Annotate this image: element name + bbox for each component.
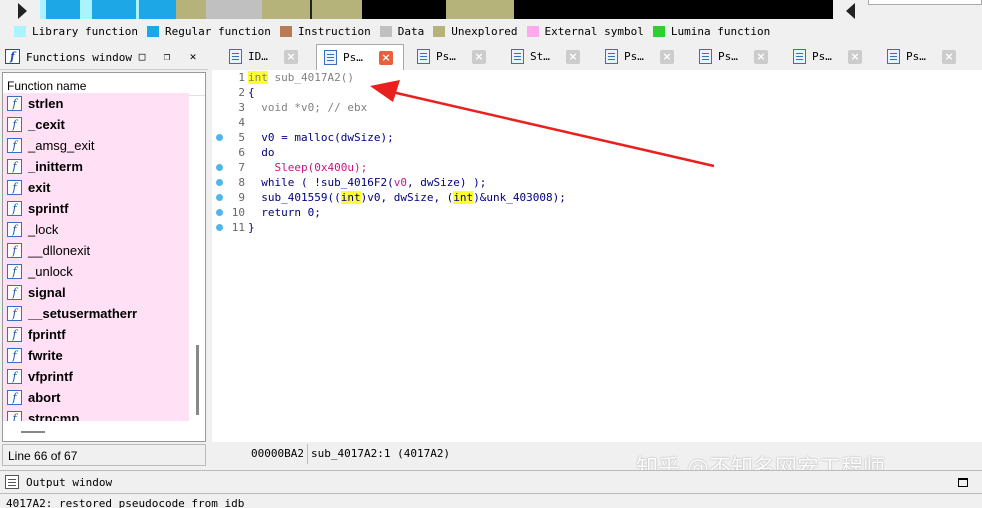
- annotation-arrow: [370, 80, 715, 168]
- output-window-title: Output window: [26, 476, 113, 489]
- output-window-icon: [5, 475, 19, 489]
- output-log-text: 4017A2: restored pseudocode from idb: [6, 497, 245, 508]
- output-window: Output window 4017A2: restored pseudocod…: [0, 470, 982, 508]
- arrow-shaft: [391, 90, 715, 168]
- maximize-icon[interactable]: [958, 478, 968, 487]
- arrow-head-icon: [370, 80, 400, 102]
- output-window-titlebar: Output window: [0, 470, 982, 494]
- ida-main-window: Library function Regular function Instru…: [0, 0, 982, 508]
